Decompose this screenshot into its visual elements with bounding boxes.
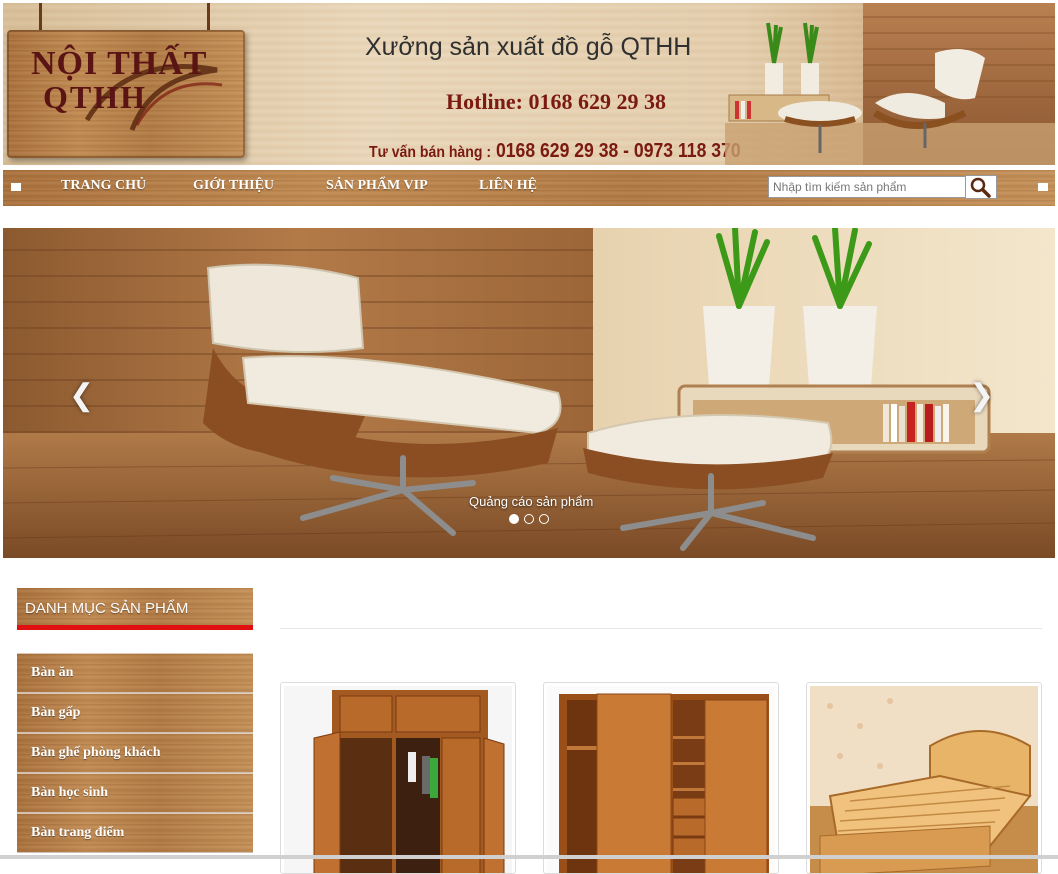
consult-numbers: 0168 629 29 38 - 0973 118 370 bbox=[495, 140, 741, 162]
category-header: DANH MỤC SẢN PHẨM bbox=[17, 588, 253, 630]
hanging-rope bbox=[39, 3, 42, 31]
slide-caption: Quảng cáo sản phẩm bbox=[469, 494, 594, 509]
product-image-wardrobe bbox=[284, 686, 512, 873]
search-button[interactable] bbox=[965, 175, 997, 199]
category-item-dressing-table[interactable]: Bàn trang điểm bbox=[17, 813, 253, 852]
nav-item-contact[interactable]: LIÊN HỆ bbox=[479, 170, 537, 206]
nav-bullet-icon bbox=[11, 183, 21, 191]
hotline-text: Hotline: 0168 629 29 38 bbox=[446, 89, 666, 114]
slider-dot[interactable] bbox=[524, 514, 534, 524]
logo-text-top: NỘI THẤT bbox=[31, 45, 208, 82]
consult-label: Tư vấn bán hàng : bbox=[369, 144, 492, 161]
nav-item-about[interactable]: GIỚI THIỆU bbox=[193, 170, 274, 206]
category-item-dining-table[interactable]: Bàn ăn bbox=[17, 653, 253, 692]
nav-item-home[interactable]: TRANG CHỦ bbox=[61, 170, 146, 206]
product-card[interactable] bbox=[806, 682, 1042, 874]
slider-dot[interactable] bbox=[539, 514, 549, 524]
category-item-label: Bàn ăn bbox=[31, 665, 74, 680]
nav-item-vip-products[interactable]: SẢN PHẨM VIP bbox=[326, 170, 428, 206]
search-input[interactable] bbox=[768, 176, 974, 198]
category-item-label: Bàn trang điểm bbox=[31, 825, 125, 840]
logo-text-bottom: QTHH bbox=[43, 79, 148, 115]
category-item-label: Bàn gấp bbox=[31, 705, 81, 720]
site-header: NỘI THẤT QTHH Xưởng sản xuất đồ gỗ QTHH … bbox=[3, 3, 1055, 165]
horizontal-scrollbar[interactable] bbox=[0, 855, 1058, 859]
category-item-folding-table[interactable]: Bàn gấp bbox=[17, 693, 253, 732]
category-title: DANH MỤC SẢN PHẨM bbox=[25, 600, 189, 617]
slider-dot-active[interactable] bbox=[509, 514, 519, 524]
content-divider bbox=[280, 628, 1042, 629]
header-furniture-image bbox=[725, 3, 1055, 165]
hero-slider: ❮ ❯ Quảng cáo sản phẩm bbox=[3, 228, 1055, 558]
nav-bullet-icon bbox=[1038, 183, 1048, 191]
main-navigation: TRANG CHỦ GIỚI THIỆU SẢN PHẨM VIP LIÊN H… bbox=[3, 170, 1055, 206]
product-image-bed bbox=[810, 686, 1038, 873]
product-card[interactable] bbox=[280, 682, 516, 874]
consult-text: Tư vấn bán hàng : 0168 629 29 38 - 0973 … bbox=[369, 140, 741, 163]
product-image-sliding-wardrobe bbox=[547, 686, 775, 873]
category-item-label: Bàn học sinh bbox=[31, 785, 109, 800]
magnifier-icon bbox=[970, 177, 991, 198]
category-item-living-room[interactable]: Bàn ghế phòng khách bbox=[17, 733, 253, 772]
category-list: Bàn ăn Bàn gấp Bàn ghế phòng khách Bàn h… bbox=[17, 653, 253, 853]
slider-next-icon[interactable]: ❯ bbox=[969, 378, 994, 413]
product-card[interactable] bbox=[543, 682, 779, 874]
hanging-rope bbox=[207, 3, 210, 31]
category-item-label: Bàn ghế phòng khách bbox=[31, 745, 161, 760]
category-item-student-desk[interactable]: Bàn học sinh bbox=[17, 773, 253, 812]
site-title: Xưởng sản xuất đồ gỗ QTHH bbox=[365, 33, 692, 61]
slider-prev-icon[interactable]: ❮ bbox=[69, 378, 94, 413]
